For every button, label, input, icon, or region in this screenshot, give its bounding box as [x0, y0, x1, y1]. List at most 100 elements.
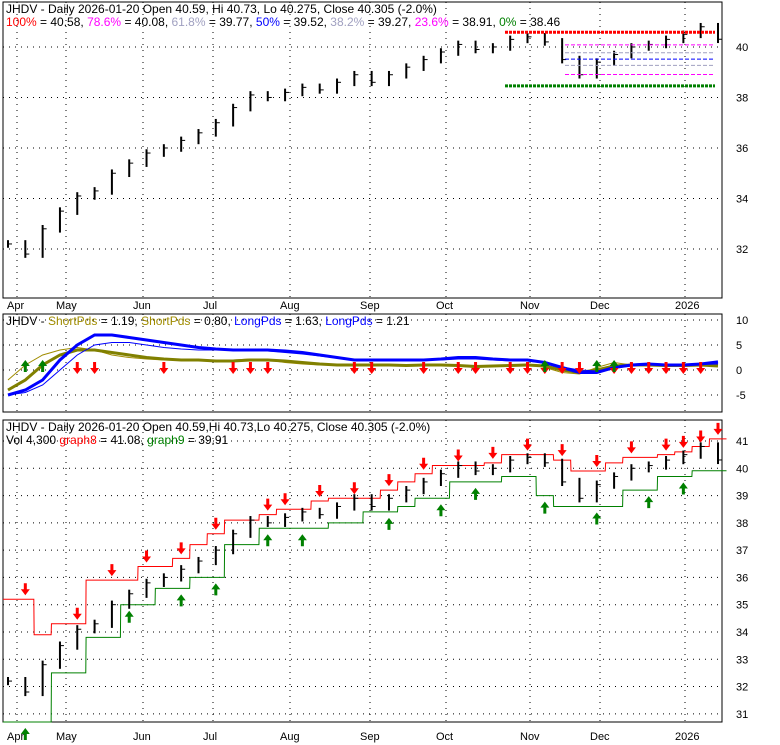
legend-label: LongPds [325, 314, 372, 328]
sell-arrow [211, 517, 221, 530]
sell-arrow [20, 583, 30, 596]
sell-arrow [384, 474, 394, 487]
buy-arrow [124, 610, 134, 623]
y-tick-label: 10 [736, 315, 748, 327]
x-tick-label: Oct [436, 731, 453, 743]
sell-arrow [678, 435, 688, 448]
sell-arrow [453, 449, 463, 462]
y-tick-label: 32 [736, 244, 748, 256]
buy-arrow [263, 534, 273, 547]
fib-value: = 40.58, [37, 15, 87, 29]
legend-label: LongPds [234, 314, 281, 328]
price-bands-panel: 3132333435363738394041Apr May Jun Jul Aug Sep… [2, 419, 748, 743]
fib-value: = 40.08, [121, 15, 171, 29]
sell-arrow [419, 457, 429, 470]
sell-arrow [72, 362, 82, 374]
sell-arrow [263, 498, 273, 511]
x-tick-label: Jun [133, 731, 151, 743]
y-tick-label: 37 [736, 545, 748, 557]
x-tick-label: Jul [203, 300, 217, 312]
fib-value: = 39.52, [280, 15, 330, 29]
x-tick-label: Nov [520, 731, 540, 743]
y-tick-label: 34 [736, 193, 748, 205]
buy-arrow [436, 504, 446, 517]
fib-value: = 39.27, [364, 15, 414, 29]
buy-arrow [678, 482, 688, 495]
periods-legend: JHDV - ShortPds = 1.19, ShortPds = 0.80,… [6, 314, 410, 328]
y-tick-label: 31 [736, 709, 748, 721]
periods-panel: 10 5 0 -5 [2, 313, 748, 413]
fib-label: 61.8% [171, 15, 205, 29]
fib-legend: 100% = 40.58, 78.6% = 40.08, 61.8% = 39.… [6, 15, 560, 29]
y-tick-label: 36 [736, 143, 748, 155]
stock-chart: 32 34 36 38 40 Apr May Jun Jul Aug Sep Oct Nov Dec 202… [0, 0, 780, 745]
panel3-legend: Vol 4,300 graph8 = 41.08, graph9 = 39.91 [6, 433, 229, 447]
sell-arrow [523, 438, 533, 451]
buy-arrow [644, 496, 654, 509]
buy-arrow [609, 360, 619, 372]
x-tick-label: Apr [7, 300, 24, 312]
buy-arrow [211, 583, 221, 596]
legend-value: = 1.19, [97, 314, 141, 328]
sell-arrow [557, 362, 567, 374]
x-tick-label: 2026 [675, 300, 699, 312]
legend-label: ShortPds [48, 314, 97, 328]
buy-arrow [471, 487, 481, 500]
legend-value: = 1.21 [373, 314, 410, 328]
legend-label: ShortPds [141, 314, 190, 328]
fib-label: 100% [6, 15, 37, 29]
sell-arrow [72, 607, 82, 620]
panel3-title: JHDV - Daily 2026-01-20 Open 40.59,Hi 40… [6, 420, 430, 434]
sell-arrow [90, 362, 100, 374]
sell-arrow [107, 564, 117, 577]
y-tick-label: 38 [736, 92, 748, 104]
x-tick-label: 2026 [675, 731, 699, 743]
buy-arrow [540, 501, 550, 514]
x-tick-label: Jul [203, 731, 217, 743]
sell-arrow [696, 430, 706, 443]
fib-label: 0% [499, 15, 517, 29]
fib-value: = 38.91, [449, 15, 499, 29]
y-tick-label: 32 [736, 682, 748, 694]
y-tick-label: 35 [736, 600, 748, 612]
x-tick-label: Oct [436, 300, 453, 312]
buy-arrow [384, 517, 394, 530]
buy-arrow [297, 534, 307, 547]
panel1-title: JHDV - Daily 2026-01-20 Open 40.59, Hi 4… [6, 2, 437, 16]
fib-label: 50% [256, 15, 280, 29]
sell-arrow [228, 362, 238, 374]
sell-arrow [713, 422, 723, 435]
fib-label: 78.6% [87, 15, 121, 29]
periods-title: JHDV - [6, 314, 48, 328]
fib-label: 38.2% [330, 15, 364, 29]
x-tick-label: Dec [590, 731, 610, 743]
sell-arrow [159, 362, 169, 374]
fib-value: = 38.46 [516, 15, 560, 29]
legend-value: = 0.80, [190, 314, 234, 328]
y-tick-label: 38 [736, 518, 748, 530]
buy-arrow [176, 594, 186, 607]
x-tick-label: May [56, 731, 77, 743]
y-tick-label: 40 [736, 463, 748, 475]
x-tick-label: Nov [520, 300, 540, 312]
panel-frame [2, 1, 723, 299]
legend-value: = 1.63, [282, 314, 326, 328]
sell-arrow [453, 362, 463, 374]
sell-arrow [661, 438, 671, 451]
y-tick-label: 36 [736, 572, 748, 584]
x-tick-label: Sep [360, 731, 380, 743]
sell-arrow [626, 441, 636, 454]
y-tick-label: 40 [736, 42, 748, 54]
y-tick-label: 41 [736, 436, 748, 448]
price-fib-panel: 32 34 36 38 40 Apr May Jun Jul Aug Sep Oct Nov Dec 202… [2, 1, 748, 312]
y-tick-label: 5 [736, 340, 742, 352]
x-tick-label: Aug [280, 731, 300, 743]
sell-arrow [505, 362, 515, 374]
y-tick-label: 0 [736, 365, 742, 377]
chart-canvas: 32 34 36 38 40 Apr May Jun Jul Aug Sep Oct Nov Dec 202… [2, 1, 748, 743]
graph9-line [3, 470, 727, 723]
y-tick-label: 34 [736, 627, 748, 639]
x-tick-label: May [56, 300, 77, 312]
sell-arrow [349, 482, 359, 495]
y-tick-label: -5 [736, 390, 746, 402]
